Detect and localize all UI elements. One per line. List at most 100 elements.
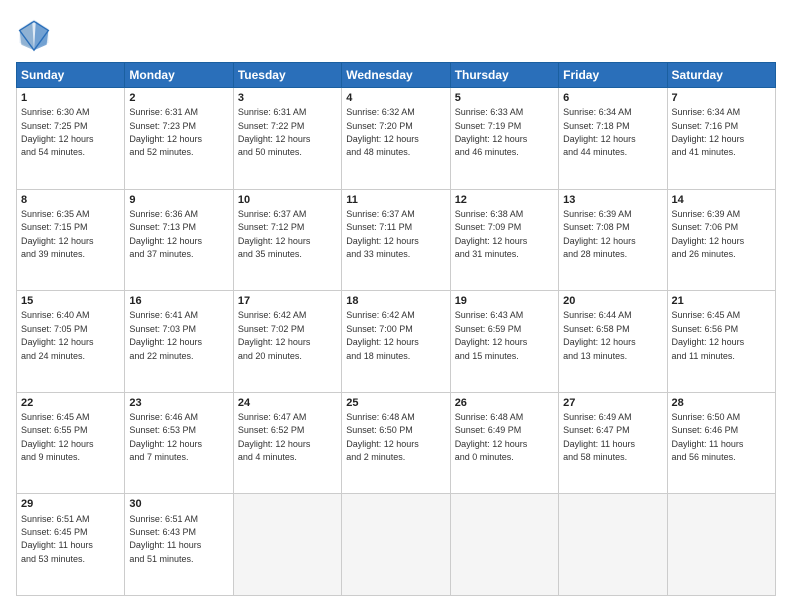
day-number: 26: [455, 396, 554, 410]
calendar-table: SundayMondayTuesdayWednesdayThursdayFrid…: [16, 62, 776, 596]
day-cell: 6 Sunrise: 6:34 AM Sunset: 7:18 PM Daylig…: [559, 88, 667, 190]
day-info: Sunrise: 6:34 AM Sunset: 7:18 PM Dayligh…: [563, 107, 636, 157]
day-number: 21: [672, 294, 771, 308]
weekday-header-friday: Friday: [559, 63, 667, 88]
day-cell: 28 Sunrise: 6:50 AM Sunset: 6:46 PM Dayli…: [667, 392, 775, 494]
day-info: Sunrise: 6:30 AM Sunset: 7:25 PM Dayligh…: [21, 107, 94, 157]
day-number: 18: [346, 294, 445, 308]
day-cell: 16 Sunrise: 6:41 AM Sunset: 7:03 PM Dayli…: [125, 291, 233, 393]
day-cell: [450, 494, 558, 596]
day-number: 19: [455, 294, 554, 308]
day-cell: 3 Sunrise: 6:31 AM Sunset: 7:22 PM Daylig…: [233, 88, 341, 190]
day-info: Sunrise: 6:48 AM Sunset: 6:49 PM Dayligh…: [455, 412, 528, 462]
day-number: 22: [21, 396, 120, 410]
day-cell: 10Sunrise: 6:37 AM Sunset: 7:12 PM Dayli…: [233, 189, 341, 291]
day-number: 30: [129, 497, 228, 511]
day-info: Sunrise: 6:50 AM Sunset: 6:46 PM Dayligh…: [672, 412, 744, 462]
day-cell: 29 Sunrise: 6:51 AM Sunset: 6:45 PM Dayli…: [17, 494, 125, 596]
day-cell: 4 Sunrise: 6:32 AM Sunset: 7:20 PM Daylig…: [342, 88, 450, 190]
day-cell: 23Sunrise: 6:46 AM Sunset: 6:53 PM Dayli…: [125, 392, 233, 494]
day-info: Sunrise: 6:39 AM Sunset: 7:08 PM Dayligh…: [563, 209, 636, 259]
weekday-header-tuesday: Tuesday: [233, 63, 341, 88]
day-number: 3: [238, 91, 337, 105]
day-cell: 25 Sunrise: 6:48 AM Sunset: 6:50 PM Dayli…: [342, 392, 450, 494]
week-row-5: 29 Sunrise: 6:51 AM Sunset: 6:45 PM Dayli…: [17, 494, 776, 596]
day-number: 8: [21, 193, 120, 207]
day-cell: 8 Sunrise: 6:35 AM Sunset: 7:15 PM Daylig…: [17, 189, 125, 291]
day-info: Sunrise: 6:45 AM Sunset: 6:56 PM Dayligh…: [672, 310, 745, 360]
day-info: Sunrise: 6:37 AM Sunset: 7:11 PM Dayligh…: [346, 209, 419, 259]
day-number: 12: [455, 193, 554, 207]
day-info: Sunrise: 6:37 AM Sunset: 7:12 PM Dayligh…: [238, 209, 311, 259]
day-cell: 14Sunrise: 6:39 AM Sunset: 7:06 PM Dayli…: [667, 189, 775, 291]
day-number: 27: [563, 396, 662, 410]
week-row-4: 22 Sunrise: 6:45 AM Sunset: 6:55 PM Dayli…: [17, 392, 776, 494]
day-info: Sunrise: 6:51 AM Sunset: 6:45 PM Dayligh…: [21, 514, 93, 564]
day-info: Sunrise: 6:42 AM Sunset: 7:00 PM Dayligh…: [346, 310, 419, 360]
weekday-header-monday: Monday: [125, 63, 233, 88]
day-info: Sunrise: 6:33 AM Sunset: 7:19 PM Dayligh…: [455, 107, 528, 157]
day-info: Sunrise: 6:34 AM Sunset: 7:16 PM Dayligh…: [672, 107, 745, 157]
day-info: Sunrise: 6:49 AM Sunset: 6:47 PM Dayligh…: [563, 412, 635, 462]
day-info: Sunrise: 6:45 AM Sunset: 6:55 PM Dayligh…: [21, 412, 94, 462]
page: SundayMondayTuesdayWednesdayThursdayFrid…: [0, 0, 792, 612]
day-cell: 2 Sunrise: 6:31 AM Sunset: 7:23 PM Daylig…: [125, 88, 233, 190]
day-cell: 20 Sunrise: 6:44 AM Sunset: 6:58 PM Dayli…: [559, 291, 667, 393]
day-cell: 5 Sunrise: 6:33 AM Sunset: 7:19 PM Daylig…: [450, 88, 558, 190]
day-info: Sunrise: 6:46 AM Sunset: 6:53 PM Dayligh…: [129, 412, 202, 462]
day-info: Sunrise: 6:51 AM Sunset: 6:43 PM Dayligh…: [129, 514, 201, 564]
day-number: 4: [346, 91, 445, 105]
day-info: Sunrise: 6:47 AM Sunset: 6:52 PM Dayligh…: [238, 412, 311, 462]
day-number: 14: [672, 193, 771, 207]
day-number: 20: [563, 294, 662, 308]
day-cell: 24Sunrise: 6:47 AM Sunset: 6:52 PM Dayli…: [233, 392, 341, 494]
day-cell: 30 Sunrise: 6:51 AM Sunset: 6:43 PM Dayli…: [125, 494, 233, 596]
day-cell: 27 Sunrise: 6:49 AM Sunset: 6:47 PM Dayli…: [559, 392, 667, 494]
day-info: Sunrise: 6:35 AM Sunset: 7:15 PM Dayligh…: [21, 209, 94, 259]
logo: [16, 16, 58, 52]
header: [16, 16, 776, 52]
day-cell: 7 Sunrise: 6:34 AM Sunset: 7:16 PM Daylig…: [667, 88, 775, 190]
day-cell: [559, 494, 667, 596]
day-cell: 21 Sunrise: 6:45 AM Sunset: 6:56 PM Dayli…: [667, 291, 775, 393]
day-number: 5: [455, 91, 554, 105]
day-number: 11: [346, 193, 445, 207]
day-cell: [342, 494, 450, 596]
day-cell: 9Sunrise: 6:36 AM Sunset: 7:13 PM Daylig…: [125, 189, 233, 291]
day-number: 29: [21, 497, 120, 511]
day-cell: 22 Sunrise: 6:45 AM Sunset: 6:55 PM Dayli…: [17, 392, 125, 494]
day-cell: 18 Sunrise: 6:42 AM Sunset: 7:00 PM Dayli…: [342, 291, 450, 393]
day-info: Sunrise: 6:38 AM Sunset: 7:09 PM Dayligh…: [455, 209, 528, 259]
day-number: 25: [346, 396, 445, 410]
day-info: Sunrise: 6:32 AM Sunset: 7:20 PM Dayligh…: [346, 107, 419, 157]
day-info: Sunrise: 6:42 AM Sunset: 7:02 PM Dayligh…: [238, 310, 311, 360]
weekday-header-sunday: Sunday: [17, 63, 125, 88]
day-cell: 13 Sunrise: 6:39 AM Sunset: 7:08 PM Dayli…: [559, 189, 667, 291]
day-number: 6: [563, 91, 662, 105]
day-number: 2: [129, 91, 228, 105]
weekday-header-saturday: Saturday: [667, 63, 775, 88]
day-cell: 1 Sunrise: 6:30 AM Sunset: 7:25 PM Daylig…: [17, 88, 125, 190]
day-info: Sunrise: 6:31 AM Sunset: 7:22 PM Dayligh…: [238, 107, 311, 157]
day-number: 28: [672, 396, 771, 410]
day-cell: 26 Sunrise: 6:48 AM Sunset: 6:49 PM Dayli…: [450, 392, 558, 494]
day-number: 1: [21, 91, 120, 105]
day-cell: 19 Sunrise: 6:43 AM Sunset: 6:59 PM Dayli…: [450, 291, 558, 393]
day-number: 13: [563, 193, 662, 207]
day-info: Sunrise: 6:31 AM Sunset: 7:23 PM Dayligh…: [129, 107, 202, 157]
day-number: 17: [238, 294, 337, 308]
day-cell: 12 Sunrise: 6:38 AM Sunset: 7:09 PM Dayli…: [450, 189, 558, 291]
week-row-1: 1 Sunrise: 6:30 AM Sunset: 7:25 PM Daylig…: [17, 88, 776, 190]
day-cell: 17 Sunrise: 6:42 AM Sunset: 7:02 PM Dayli…: [233, 291, 341, 393]
week-row-3: 15Sunrise: 6:40 AM Sunset: 7:05 PM Dayli…: [17, 291, 776, 393]
weekday-header-thursday: Thursday: [450, 63, 558, 88]
day-number: 16: [129, 294, 228, 308]
day-info: Sunrise: 6:48 AM Sunset: 6:50 PM Dayligh…: [346, 412, 419, 462]
day-info: Sunrise: 6:44 AM Sunset: 6:58 PM Dayligh…: [563, 310, 636, 360]
day-cell: [233, 494, 341, 596]
day-info: Sunrise: 6:40 AM Sunset: 7:05 PM Dayligh…: [21, 310, 94, 360]
day-number: 7: [672, 91, 771, 105]
day-info: Sunrise: 6:43 AM Sunset: 6:59 PM Dayligh…: [455, 310, 528, 360]
week-row-2: 8 Sunrise: 6:35 AM Sunset: 7:15 PM Daylig…: [17, 189, 776, 291]
day-info: Sunrise: 6:41 AM Sunset: 7:03 PM Dayligh…: [129, 310, 202, 360]
